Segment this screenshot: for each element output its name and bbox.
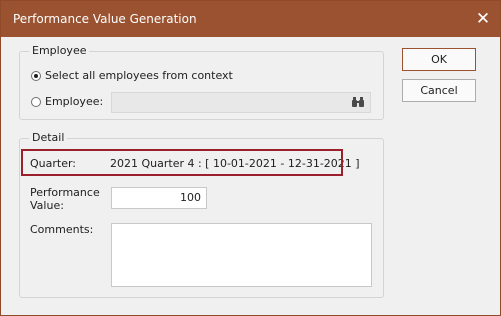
- quarter-highlight-box: [21, 149, 343, 176]
- performance-value-label-line2: Value:: [30, 199, 64, 212]
- detail-group-legend: Detail: [29, 131, 68, 144]
- title-bar: Performance Value Generation ✕: [1, 1, 500, 37]
- employee-radio[interactable]: [31, 96, 41, 107]
- select-all-radio[interactable]: [31, 70, 41, 81]
- binoculars-icon[interactable]: [351, 96, 365, 108]
- dialog-window: Performance Value Generation ✕ Employee …: [0, 0, 501, 316]
- select-all-label: Select all employees from context: [45, 69, 233, 82]
- cancel-button[interactable]: Cancel: [402, 79, 476, 102]
- employee-group-legend: Employee: [29, 44, 90, 57]
- ok-button[interactable]: OK: [402, 48, 476, 71]
- comments-label: Comments:: [30, 223, 94, 236]
- comments-textarea[interactable]: [111, 223, 372, 287]
- employee-label: Employee:: [45, 95, 104, 108]
- close-button[interactable]: ✕: [466, 1, 500, 37]
- close-icon: ✕: [475, 9, 491, 29]
- performance-value-text: 100: [180, 191, 201, 204]
- performance-value-input[interactable]: 100: [111, 187, 207, 209]
- employee-radio-option[interactable]: Employee:: [31, 95, 103, 108]
- employee-field[interactable]: [111, 92, 371, 113]
- select-all-radio-option[interactable]: Select all employees from context: [31, 69, 233, 82]
- performance-value-label-line1: Performance: [30, 186, 100, 199]
- window-title: Performance Value Generation: [13, 12, 197, 26]
- employee-group: Employee Select all employees from conte…: [19, 44, 384, 120]
